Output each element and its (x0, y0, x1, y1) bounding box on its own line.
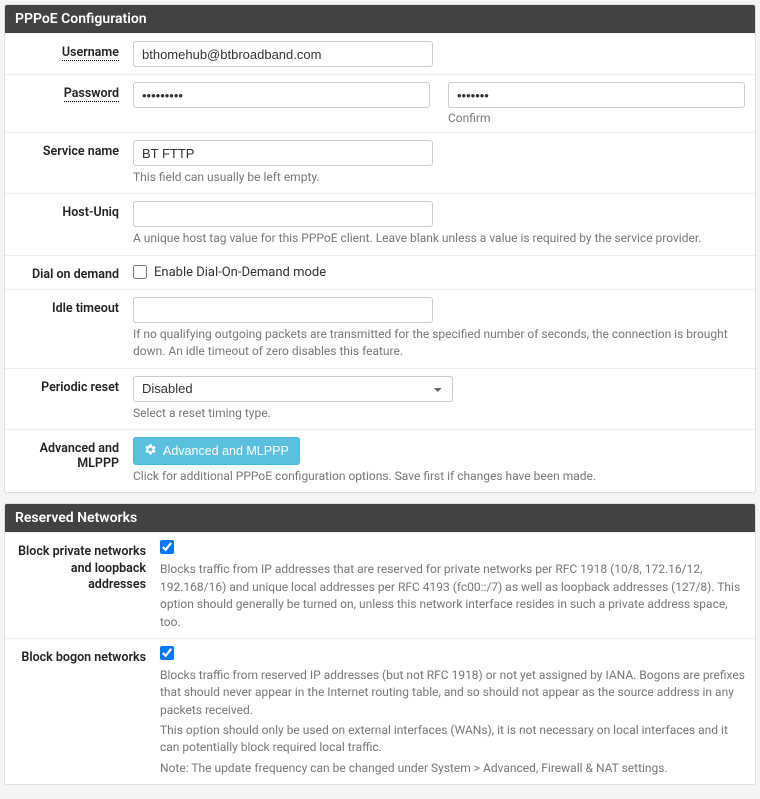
label-block-bogon: Block bogon networks (15, 646, 160, 666)
host-uniq-input[interactable] (133, 201, 433, 227)
block-bogon-checkbox[interactable] (160, 646, 174, 660)
reserved-networks-panel: Reserved Networks Block private networks… (4, 503, 756, 785)
pppoe-config-panel: PPPoE Configuration Username Password Co… (4, 4, 756, 493)
label-dial-on-demand: Dial on demand (15, 263, 133, 282)
idle-timeout-input[interactable] (133, 297, 433, 323)
idle-timeout-help: If no qualifying outgoing packets are tr… (133, 326, 745, 361)
username-input[interactable] (133, 41, 433, 67)
password-input[interactable] (133, 82, 430, 108)
advanced-mlppp-help: Click for additional PPPoE configuration… (133, 468, 745, 485)
label-periodic-reset: Periodic reset (15, 376, 133, 395)
dial-on-demand-checkbox-label: Enable Dial-On-Demand mode (154, 265, 326, 280)
row-advanced-mlppp: Advanced and MLPPP Advanced and MLPPP Cl… (5, 429, 755, 492)
reserved-panel-title: Reserved Networks (5, 504, 755, 532)
gear-icon (144, 443, 157, 459)
row-service-name: Service name This field can usually be l… (5, 132, 755, 193)
label-username: Username (15, 41, 133, 60)
advanced-mlppp-button-label: Advanced and MLPPP (163, 444, 289, 458)
row-dial-on-demand: Dial on demand Enable Dial-On-Demand mod… (5, 255, 755, 289)
label-advanced-mlppp: Advanced and MLPPP (15, 437, 133, 471)
service-name-input[interactable] (133, 140, 433, 166)
service-name-help: This field can usually be left empty. (133, 169, 745, 186)
row-block-bogon: Block bogon networks Blocks traffic from… (5, 638, 755, 784)
row-periodic-reset: Periodic reset Disabled Select a reset t… (5, 368, 755, 429)
block-private-checkbox[interactable] (160, 540, 174, 554)
periodic-reset-select[interactable]: Disabled (133, 376, 453, 402)
row-idle-timeout: Idle timeout If no qualifying outgoing p… (5, 289, 755, 368)
password-confirm-label: Confirm (448, 111, 745, 125)
label-idle-timeout: Idle timeout (15, 297, 133, 316)
block-private-help: Blocks traffic from IP addresses that ar… (160, 561, 745, 631)
periodic-reset-help: Select a reset timing type. (133, 405, 745, 422)
host-uniq-help: A unique host tag value for this PPPoE c… (133, 230, 745, 247)
label-block-private: Block private networks and loopback addr… (15, 540, 160, 593)
row-username: Username (5, 33, 755, 74)
label-service-name: Service name (15, 140, 133, 159)
block-bogon-help1: Blocks traffic from reserved IP addresse… (160, 667, 745, 719)
row-block-private: Block private networks and loopback addr… (5, 532, 755, 638)
dial-on-demand-checkbox[interactable] (133, 265, 147, 279)
row-password: Password Confirm (5, 74, 755, 132)
label-password: Password (15, 82, 133, 101)
pppoe-panel-title: PPPoE Configuration (5, 5, 755, 33)
block-bogon-help2: This option should only be used on exter… (160, 722, 745, 757)
label-host-uniq: Host-Uniq (15, 201, 133, 220)
row-host-uniq: Host-Uniq A unique host tag value for th… (5, 193, 755, 254)
block-bogon-help3: Note: The update frequency can be change… (160, 760, 745, 777)
advanced-mlppp-button[interactable]: Advanced and MLPPP (133, 437, 300, 465)
password-confirm-input[interactable] (448, 82, 745, 108)
